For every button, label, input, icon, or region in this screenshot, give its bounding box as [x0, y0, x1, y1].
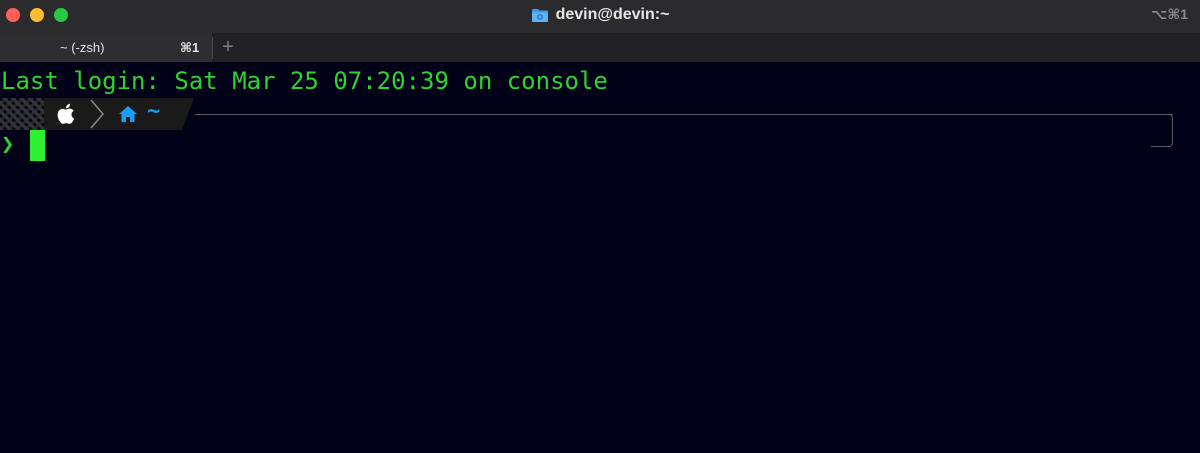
- window-shortcut: ⌥⌘1: [1151, 6, 1188, 22]
- tab-bar: ~ (-zsh) ⌘1 +: [0, 33, 1200, 62]
- prompt-path: ~: [147, 99, 161, 124]
- title-bar[interactable]: devin@devin:~ ⌥⌘1: [0, 0, 1200, 33]
- window-title: devin@devin:~: [0, 6, 1200, 24]
- tab-label: ~ (-zsh): [60, 40, 105, 55]
- prompt-segment: ~: [0, 97, 195, 131]
- folder-icon: [531, 9, 548, 22]
- terminal-cursor: [30, 130, 45, 161]
- new-tab-button[interactable]: +: [218, 35, 238, 59]
- chevron-right-icon: [90, 99, 104, 129]
- home-icon: [119, 106, 137, 122]
- last-login-line: Last login: Sat Mar 25 07:20:39 on conso…: [1, 67, 608, 95]
- prompt-pattern: [0, 98, 44, 130]
- apple-icon: [56, 102, 78, 126]
- tab-zsh[interactable]: ~ (-zsh) ⌘1: [0, 33, 212, 62]
- terminal-window: devin@devin:~ ⌥⌘1 ~ (-zsh) ⌘1 + Last log…: [0, 0, 1200, 453]
- prompt-char: ❯: [1, 132, 15, 157]
- tab-shortcut: ⌘1: [180, 40, 200, 55]
- terminal-content[interactable]: Last login: Sat Mar 25 07:20:39 on conso…: [0, 62, 1200, 453]
- prompt-rule: [195, 114, 1173, 115]
- tab-divider: [212, 37, 213, 59]
- prompt-rule-end: [1151, 114, 1173, 147]
- window-title-text: devin@devin:~: [555, 6, 670, 23]
